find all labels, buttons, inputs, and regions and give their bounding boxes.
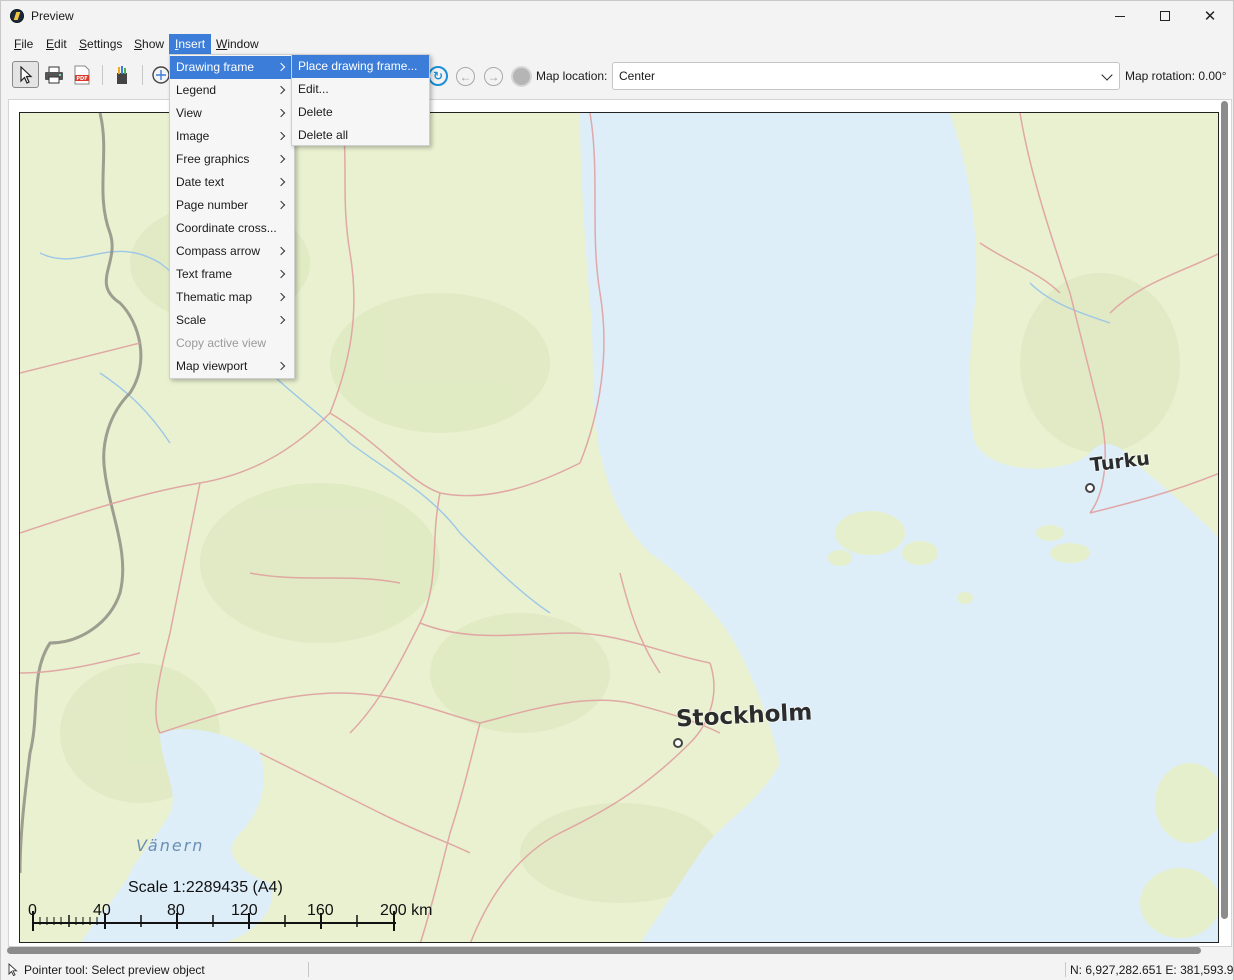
menu-item-page-number[interactable]: Page number: [170, 194, 294, 217]
print-button[interactable]: [40, 61, 67, 88]
turku-marker: [1085, 483, 1095, 493]
menu-edit[interactable]: Edit: [40, 34, 73, 54]
menu-item-delete-drawing-frame[interactable]: Delete: [292, 101, 429, 124]
close-button[interactable]: ✕: [1187, 1, 1233, 31]
menu-item-compass-arrow[interactable]: Compass arrow: [170, 240, 294, 263]
map-rotation: Map rotation: 0.00°: [1125, 69, 1227, 83]
scale-title: Scale 1:2289435 (A4): [128, 879, 283, 896]
menu-settings[interactable]: Settings: [73, 34, 128, 54]
maximize-icon: [1160, 11, 1170, 21]
refresh-icon: ↻: [432, 69, 444, 83]
menu-item-thematic-map[interactable]: Thematic map: [170, 286, 294, 309]
tools-button[interactable]: [108, 61, 135, 88]
forward-button[interactable]: →: [484, 67, 503, 86]
chevron-right-icon: [276, 200, 286, 210]
status-separator: [1065, 962, 1066, 977]
map-location-value: Center: [619, 69, 656, 83]
pointer-tool-button[interactable]: [12, 61, 39, 88]
menu-bar: File Edit Settings Show Insert Window: [1, 32, 1233, 55]
status-coordinates: N: 6,927,282.651 E: 381,593.936: [1070, 963, 1234, 977]
refresh-button[interactable]: ↻: [428, 66, 448, 86]
chevron-right-icon: [276, 292, 286, 302]
menu-item-map-viewport[interactable]: Map viewport: [170, 355, 294, 378]
map-target-icon: [151, 65, 170, 84]
pencil-cup-icon: [116, 65, 127, 84]
arrow-left-icon: ←: [459, 69, 472, 84]
status-message: Pointer tool: Select preview object: [24, 963, 205, 977]
chevron-right-icon: [276, 315, 286, 325]
record-button[interactable]: [511, 66, 532, 87]
menu-window[interactable]: Window: [210, 34, 265, 54]
map-location-select[interactable]: Center: [612, 62, 1120, 90]
insert-menu: Drawing frame Legend View Image Free gra…: [169, 54, 295, 379]
pointer-icon: [19, 65, 33, 84]
minimize-icon: [1115, 15, 1125, 17]
svg-text:PDF: PDF: [76, 76, 87, 82]
drawing-frame-submenu: Place drawing frame... Edit... Delete De…: [291, 54, 430, 146]
menu-insert[interactable]: Insert: [169, 34, 212, 54]
pointer-icon: [8, 963, 18, 976]
menu-item-view[interactable]: View: [170, 102, 294, 125]
status-bar: Pointer tool: Select preview object N: 6…: [1, 959, 1234, 980]
title-bar: Preview ✕: [1, 1, 1233, 31]
printer-icon: [44, 66, 63, 83]
menu-item-edit-drawing-frame[interactable]: Edit...: [292, 78, 429, 101]
toolbar-separator: [102, 65, 103, 85]
chevron-right-icon: [276, 154, 286, 164]
chevron-right-icon: [276, 85, 286, 95]
menu-item-date-text[interactable]: Date text: [170, 171, 294, 194]
menu-item-delete-all-drawing-frames[interactable]: Delete all: [292, 124, 429, 147]
chevron-down-icon: [1101, 69, 1113, 81]
preview-window: Preview ✕ File Edit Settings Show Insert…: [0, 0, 1234, 980]
menu-item-scale[interactable]: Scale: [170, 309, 294, 332]
chevron-right-icon: [276, 108, 286, 118]
chevron-right-icon: [276, 269, 286, 279]
menu-item-place-drawing-frame[interactable]: Place drawing frame...: [292, 55, 429, 78]
menu-show[interactable]: Show: [128, 34, 170, 54]
maximize-button[interactable]: [1142, 1, 1188, 31]
horizontal-scrollbar[interactable]: [7, 947, 1201, 954]
toolbar-separator: [142, 65, 143, 85]
lake-label-vanern: Vänern: [136, 836, 205, 855]
scale-tick-label: 120: [231, 902, 258, 919]
scale-tick-label: 40: [93, 902, 111, 919]
chevron-right-icon: [276, 246, 286, 256]
scale-tick-label: 200 km: [380, 902, 433, 919]
status-separator: [308, 962, 309, 977]
pdf-icon: PDF: [74, 65, 89, 84]
chevron-right-icon: [276, 177, 286, 187]
menu-file[interactable]: File: [8, 34, 39, 54]
menu-item-drawing-frame[interactable]: Drawing frame: [170, 56, 294, 79]
chevron-right-icon: [276, 361, 286, 371]
app-icon: [10, 9, 24, 23]
arrow-right-icon: →: [487, 69, 500, 84]
map-location-label: Map location:: [536, 69, 608, 83]
menu-item-text-frame[interactable]: Text frame: [170, 263, 294, 286]
scale-tick-label: 0: [28, 902, 37, 919]
window-title: Preview: [31, 9, 74, 23]
scale-tick-label: 160: [307, 902, 334, 919]
menu-item-copy-active-view: Copy active view: [176, 336, 267, 350]
vertical-scrollbar[interactable]: [1221, 101, 1228, 919]
menu-item-legend[interactable]: Legend: [170, 79, 294, 102]
export-pdf-button[interactable]: PDF: [68, 61, 95, 88]
close-icon: ✕: [1203, 7, 1217, 25]
chevron-right-icon: [276, 62, 286, 72]
minimize-button[interactable]: [1097, 1, 1143, 31]
stockholm-marker: [673, 738, 683, 748]
back-button[interactable]: ←: [456, 67, 475, 86]
menu-item-coordinate-cross[interactable]: Coordinate cross...: [170, 217, 294, 240]
scale-tick-label: 80: [167, 902, 185, 919]
menu-item-free-graphics[interactable]: Free graphics: [170, 148, 294, 171]
menu-item-image[interactable]: Image: [170, 125, 294, 148]
chevron-right-icon: [276, 131, 286, 141]
